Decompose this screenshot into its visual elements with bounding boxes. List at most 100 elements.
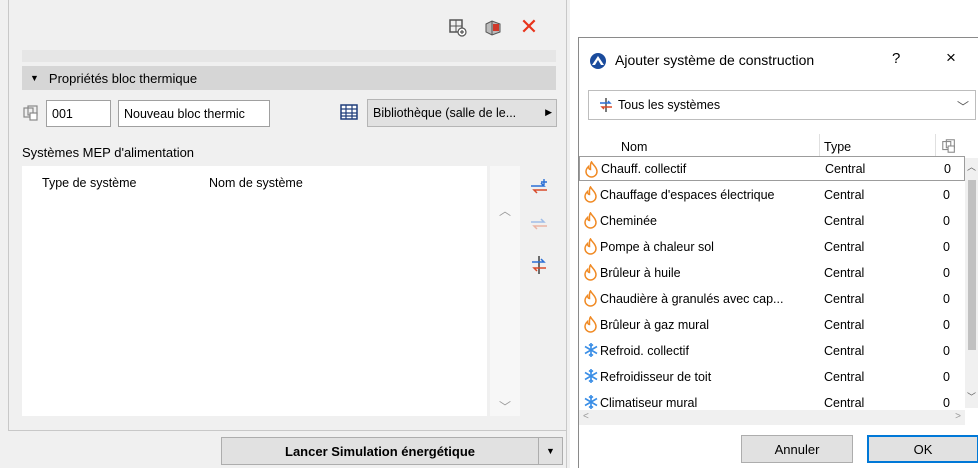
column-header-system-name[interactable]: Nom de système	[209, 176, 303, 190]
library-button[interactable]: Bibliothèque (salle de le... ▶	[367, 99, 557, 127]
bloc-id-field[interactable]: 001	[46, 100, 111, 127]
system-type: Central	[825, 161, 866, 176]
split-system-icon[interactable]	[528, 254, 550, 276]
section-spacer	[22, 50, 556, 62]
system-count: 0	[943, 369, 950, 384]
flame-icon	[583, 211, 599, 229]
system-count: 0	[943, 239, 950, 254]
system-filter-dropdown[interactable]: Tous les systèmes ﹀	[588, 90, 976, 120]
thermal-block-panel: ✕ ▼ Propriétés bloc thermique 001 Nouvea…	[0, 0, 570, 468]
system-name: Brûleur à huile	[600, 265, 681, 280]
cancel-button[interactable]: Annuler	[741, 435, 853, 463]
system-count: 0	[943, 291, 950, 306]
system-count: 0	[943, 187, 950, 202]
panel-border	[8, 0, 9, 430]
remove-system-icon[interactable]	[528, 212, 550, 234]
system-type: Central	[824, 369, 865, 384]
flame-icon	[584, 160, 600, 178]
column-header-count-icon[interactable]	[941, 138, 957, 158]
system-type: Central	[824, 291, 865, 306]
system-type: Central	[824, 265, 865, 280]
snowflake-icon	[583, 394, 599, 411]
list-item[interactable]: Cheminée Central 0	[579, 208, 965, 233]
list-item[interactable]: Pompe à chaleur sol Central 0	[579, 234, 965, 259]
panel-toolbar: ✕	[446, 16, 540, 38]
list-horizontal-scrollbar[interactable]: < >	[579, 410, 965, 425]
list-item[interactable]: Refroid. collectif Central 0	[579, 338, 965, 363]
add-system-icon[interactable]	[528, 176, 550, 198]
system-type: Central	[824, 213, 865, 228]
system-type: Central	[824, 239, 865, 254]
list-item[interactable]: Brûleur à gaz mural Central 0	[579, 312, 965, 337]
list-item[interactable]: Refroidisseur de toit Central 0	[579, 364, 965, 389]
system-count: 0	[943, 395, 950, 410]
add-zone-icon[interactable]	[446, 16, 468, 38]
system-name: Chauffage d'espaces électrique	[600, 187, 775, 202]
bloc-name-field[interactable]: Nouveau bloc thermic	[118, 100, 270, 127]
system-type: Central	[824, 343, 865, 358]
system-count: 0	[944, 161, 951, 176]
system-name: Refroidisseur de toit	[600, 369, 712, 384]
snowflake-icon	[583, 368, 599, 385]
flame-icon	[583, 263, 599, 281]
scrollbar-thumb[interactable]	[968, 180, 976, 350]
scroll-down-icon[interactable]: ﹀	[499, 398, 511, 415]
close-dialog-button[interactable]: ×	[946, 48, 956, 68]
mep-systems-table[interactable]: Type de système Nom de système	[22, 166, 487, 416]
ok-button[interactable]: OK	[867, 435, 978, 463]
list-item[interactable]: Brûleur à huile Central 0	[579, 260, 965, 285]
collapse-triangle-icon: ▼	[30, 73, 39, 83]
bottom-divider	[8, 430, 567, 431]
help-button[interactable]: ?	[892, 50, 900, 67]
list-item[interactable]: Chaudière à granulés avec cap... Central 0	[579, 286, 965, 311]
column-separator[interactable]	[935, 134, 936, 156]
system-count: 0	[943, 265, 950, 280]
system-name: Chaudière à granulés avec cap...	[600, 291, 784, 306]
bloc-id-icon	[22, 104, 40, 122]
scroll-left-icon[interactable]: <	[583, 411, 589, 422]
dialog-title: Ajouter système de construction	[615, 52, 815, 68]
scroll-right-icon[interactable]: >	[955, 411, 961, 422]
list-item[interactable]: Chauff. collectif Central 0	[579, 156, 965, 181]
mep-table-scrollbar[interactable]: ︿ ﹀	[490, 166, 520, 416]
system-name: Climatiseur mural	[600, 395, 698, 410]
section-title: Propriétés bloc thermique	[48, 70, 198, 86]
list-vertical-scrollbar[interactable]: ︿ ﹀	[965, 158, 978, 408]
system-type: Central	[824, 317, 865, 332]
system-name: Cheminée	[600, 213, 657, 228]
system-name: Brûleur à gaz mural	[600, 317, 710, 332]
flame-icon	[583, 289, 599, 307]
scroll-up-icon[interactable]: ︿	[499, 202, 511, 219]
chevron-right-icon: ▶	[545, 107, 552, 117]
dialog-title-bar[interactable]: Ajouter système de construction ? ×	[579, 38, 978, 82]
column-separator[interactable]	[819, 134, 820, 156]
snowflake-icon	[583, 342, 599, 359]
system-count: 0	[943, 213, 950, 228]
list-item[interactable]: Chauffage d'espaces électrique Central 0	[579, 182, 965, 207]
3d-block-icon[interactable]	[482, 16, 504, 38]
system-filter-icon	[600, 98, 612, 112]
flame-icon	[583, 237, 599, 255]
thermal-properties-header[interactable]: ▼ Propriétés bloc thermique	[22, 66, 556, 90]
chevron-down-icon: ﹀	[956, 100, 969, 114]
launch-simulation-button[interactable]: Lancer Simulation énergétique	[221, 437, 539, 465]
column-header-system-type[interactable]: Type de système	[42, 176, 137, 190]
systems-list[interactable]: Nom Type Chauff. collectif Central 0 Chauff…	[579, 134, 978, 429]
library-button-label: Bibliothèque (salle de le...	[373, 106, 517, 120]
flame-icon	[583, 315, 599, 333]
library-grid-icon	[340, 104, 358, 123]
simulation-dropdown-icon[interactable]: ▼	[538, 437, 563, 465]
system-type: Central	[824, 395, 865, 410]
close-icon[interactable]: ✕	[518, 16, 540, 38]
system-count: 0	[943, 317, 950, 332]
mep-systems-label: Systèmes MEP d'alimentation	[22, 145, 195, 160]
flame-icon	[583, 185, 599, 203]
system-name: Pompe à chaleur sol	[600, 239, 714, 254]
panel-border	[566, 0, 567, 468]
system-filter-value: Tous les systèmes	[618, 98, 721, 112]
scroll-down-icon[interactable]: ﹀	[967, 390, 976, 403]
archicad-logo-icon	[589, 52, 607, 73]
system-name: Refroid. collectif	[600, 343, 689, 358]
scroll-up-icon[interactable]: ︿	[967, 160, 976, 173]
system-count: 0	[943, 343, 950, 358]
